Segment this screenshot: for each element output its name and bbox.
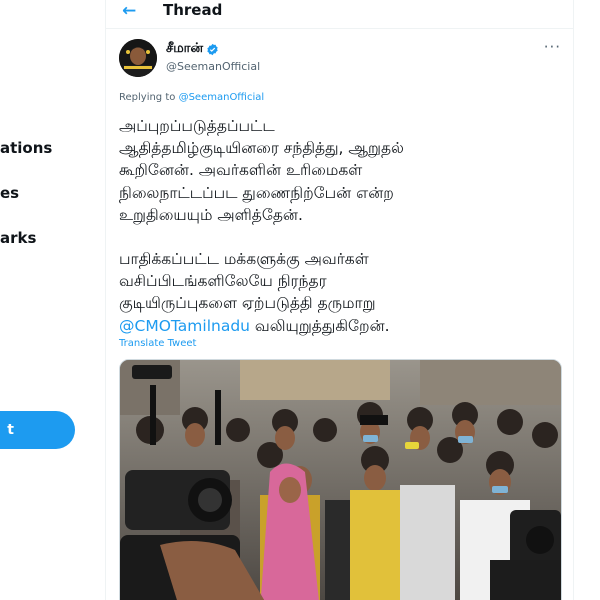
tweet-line: பாதிக்கப்பட்ட மக்களுக்கு அவர்கள்: [119, 250, 369, 269]
nav-item-bookmarks[interactable]: arks: [0, 229, 36, 247]
cmo-mention-link[interactable]: @CMOTamilnadu: [119, 317, 250, 335]
tweet-text: அப்புறப்படுத்தப்பட்ட ஆதித்தமிழ்குடியினரை…: [119, 115, 559, 337]
tweet-button[interactable]: t: [0, 411, 75, 449]
avatar[interactable]: [119, 39, 157, 77]
replying-mention-link[interactable]: @SeemanOfficial: [179, 92, 265, 103]
tweet-button-label: t: [7, 422, 14, 438]
tweet-line: நிலைநாட்டப்பட துணைநிற்பேன் என்ற: [119, 183, 394, 202]
display-name[interactable]: சீமான்: [166, 41, 203, 57]
translate-tweet-link[interactable]: Translate Tweet: [119, 338, 196, 349]
replying-to: Replying to @SeemanOfficial: [119, 92, 264, 103]
tweet-photo[interactable]: [119, 359, 562, 600]
tweet-line: உறுதியையும் அளித்தேன்.: [119, 205, 303, 224]
display-name-row[interactable]: சீமான்: [166, 41, 219, 57]
verified-badge-icon: [207, 43, 218, 55]
tweet-line: ஆதித்தமிழ்குடியினரை சந்தித்து, ஆறுதல்: [119, 139, 404, 158]
more-options-icon[interactable]: ···: [544, 38, 561, 56]
tweet-line: அப்புறப்படுத்தப்பட்ட: [119, 117, 275, 135]
replying-prefix: Replying to: [119, 92, 176, 103]
tweet-line: கூறினேன். அவர்களின் உரிமைகள்: [119, 161, 363, 180]
page-title: Thread: [163, 1, 223, 19]
tweet-line: வசிப்பிடங்களிலேயே நிரந்தர: [119, 272, 327, 291]
thread-column: ← Thread சீமான் @SeemanOfficial ··· Repl…: [105, 0, 574, 600]
handle[interactable]: @SeemanOfficial: [166, 60, 260, 73]
thread-header: ← Thread: [106, 0, 573, 29]
tweet-line: குடியிருப்புகளை ஏற்படுத்தி தருமாறு: [119, 294, 376, 313]
tweet-line-with-mention: @CMOTamilnadu வலியுறுத்துகிறேன்.: [119, 315, 559, 337]
back-arrow-icon[interactable]: ←: [122, 1, 136, 21]
nav-item-notifications[interactable]: ations: [0, 139, 52, 157]
nav-item-messages[interactable]: es: [0, 184, 19, 202]
left-navigation: ations es arks t: [0, 0, 105, 600]
tweet-line-rest: வலியுறுத்துகிறேன்.: [250, 316, 390, 335]
